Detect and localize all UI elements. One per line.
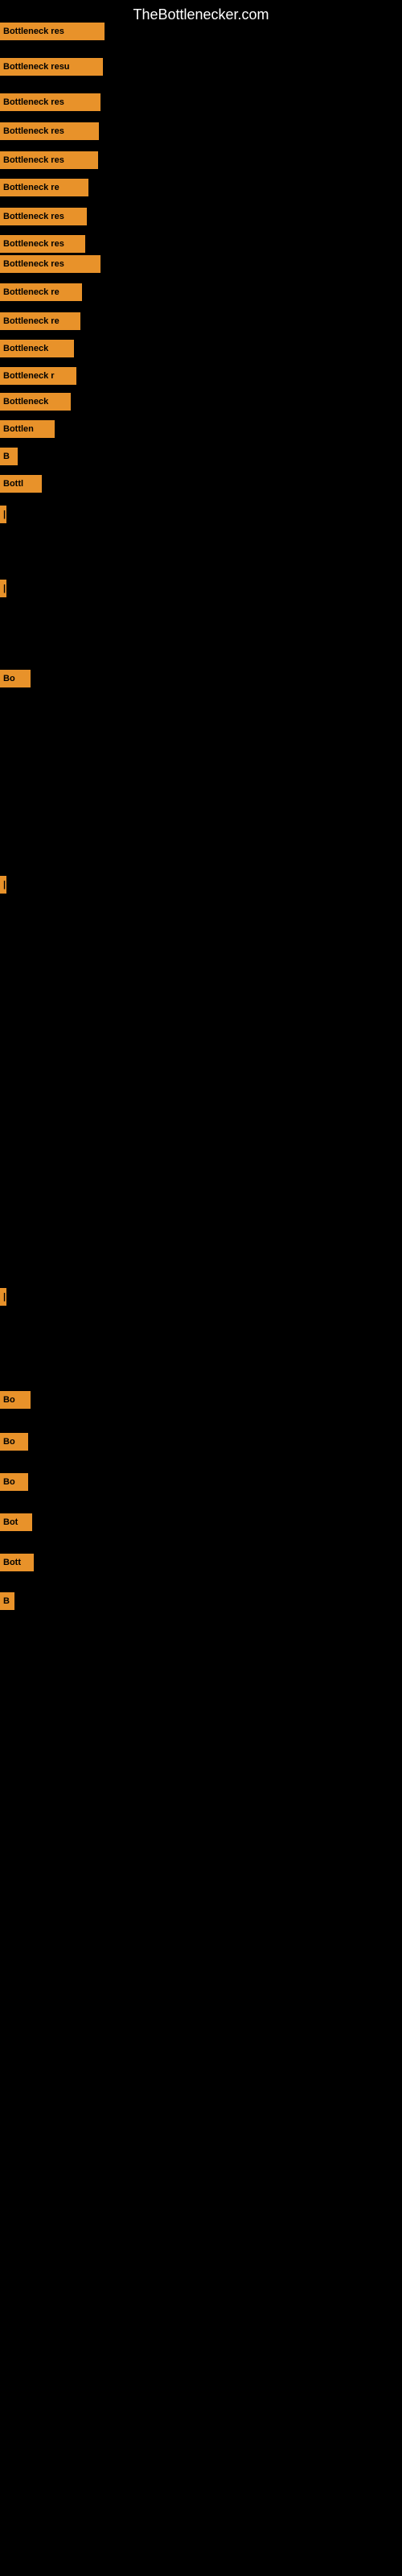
bottleneck-bar-12: Bottleneck r xyxy=(0,367,76,385)
bottleneck-bar-27: B xyxy=(0,1592,14,1610)
bottleneck-bar-13: Bottleneck xyxy=(0,393,71,411)
bottleneck-bar-1: Bottleneck resu xyxy=(0,58,103,76)
bottleneck-bar-7: Bottleneck res xyxy=(0,235,85,253)
bottleneck-bar-26: Bott xyxy=(0,1554,34,1571)
bottleneck-bar-25: Bot xyxy=(0,1513,32,1531)
bottleneck-bar-17: | xyxy=(0,506,6,523)
bottleneck-bar-22: Bo xyxy=(0,1391,31,1409)
bottleneck-bar-8: Bottleneck res xyxy=(0,255,100,273)
bottleneck-bar-9: Bottleneck re xyxy=(0,283,82,301)
bottleneck-bar-14: Bottlen xyxy=(0,420,55,438)
bottleneck-bar-2: Bottleneck res xyxy=(0,93,100,111)
bottleneck-bar-15: B xyxy=(0,448,18,465)
bottleneck-bar-23: Bo xyxy=(0,1433,28,1451)
bottleneck-bar-19: Bo xyxy=(0,670,31,687)
bottleneck-bar-24: Bo xyxy=(0,1473,28,1491)
bottleneck-bar-18: | xyxy=(0,580,6,597)
bottleneck-bar-11: Bottleneck xyxy=(0,340,74,357)
bottleneck-bar-0: Bottleneck res xyxy=(0,23,105,40)
bottleneck-bar-20: | xyxy=(0,876,6,894)
bottleneck-bar-3: Bottleneck res xyxy=(0,122,99,140)
bottleneck-bar-6: Bottleneck res xyxy=(0,208,87,225)
bottleneck-bar-4: Bottleneck res xyxy=(0,151,98,169)
bottleneck-bar-5: Bottleneck re xyxy=(0,179,88,196)
bottleneck-bar-10: Bottleneck re xyxy=(0,312,80,330)
bottleneck-bar-16: Bottl xyxy=(0,475,42,493)
bottleneck-bar-21: | xyxy=(0,1288,6,1306)
